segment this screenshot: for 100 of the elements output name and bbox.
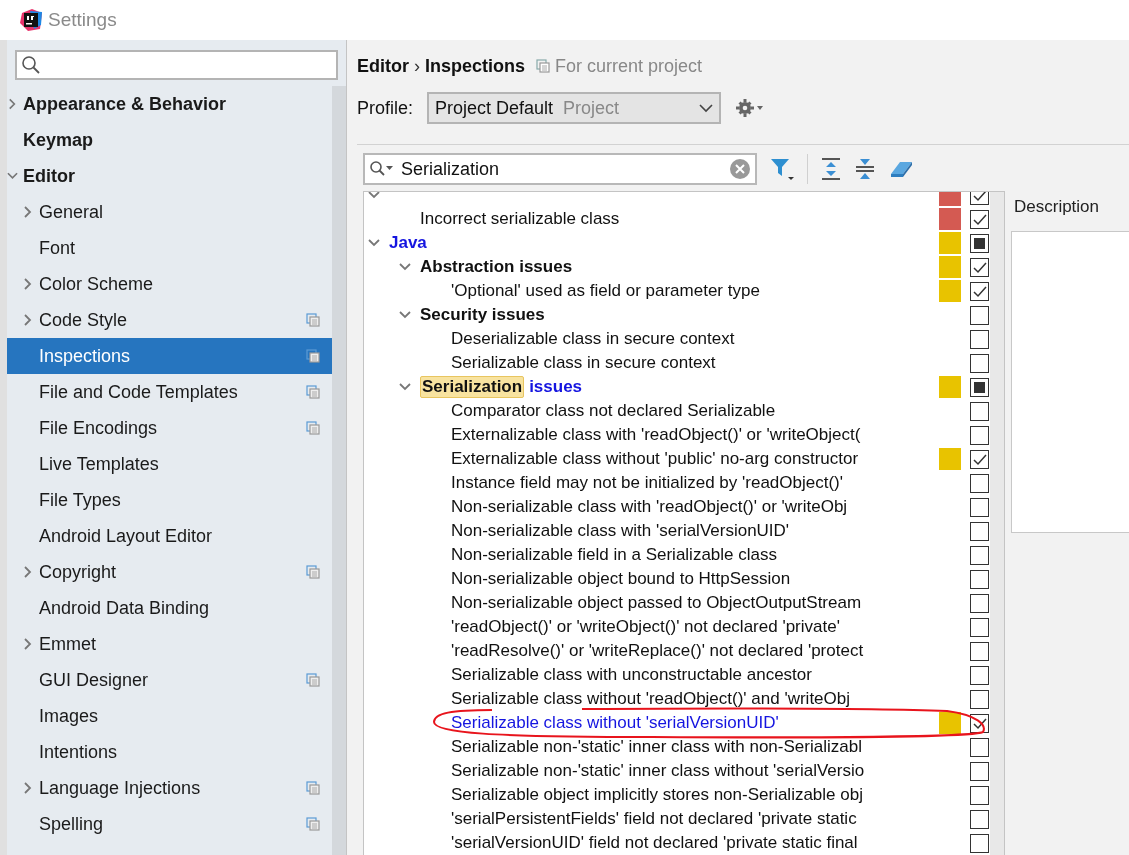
collapse-all-icon[interactable]: [854, 157, 876, 181]
checkbox[interactable]: [970, 281, 989, 301]
breadcrumb-link[interactable]: Editor: [357, 55, 409, 77]
inspection-label[interactable]: 'readObject()' or 'writeObject()' not declared 'private': [451, 617, 840, 637]
chevron-down-icon[interactable]: [7, 170, 18, 182]
checkbox[interactable]: [970, 377, 989, 397]
chevron-right-icon[interactable]: [22, 278, 34, 290]
sidebar-item[interactable]: Code Style: [7, 302, 332, 338]
inspection-label[interactable]: 'Optional' used as field or parameter type: [451, 281, 760, 301]
checkbox[interactable]: [970, 569, 989, 589]
inspection-label[interactable]: Externalizable class without 'public' no-arg constructor: [451, 449, 859, 469]
checkbox[interactable]: [970, 497, 989, 517]
scrollbar[interactable]: [332, 86, 346, 855]
inspection-label[interactable]: Non-serializable field in a Serializable class: [451, 545, 777, 565]
sidebar-item[interactable]: Appearance & Behavior: [7, 86, 332, 122]
chevron-right-icon[interactable]: [7, 98, 18, 110]
inspection-label[interactable]: Serializable class without 'readObject()' and 'writeObj: [451, 689, 851, 709]
inspection-label[interactable]: 'serialPersistentFields' field not declared 'private static: [451, 809, 857, 829]
inspection-label[interactable]: 'serialVersionUID' field not declared 'private static final: [451, 833, 858, 853]
sidebar-item[interactable]: File Encodings: [7, 410, 332, 446]
sidebar-item[interactable]: Intentions: [7, 734, 332, 770]
inspection-label[interactable]: Non-serializable object passed to ObjectOutputStream: [451, 593, 862, 613]
checkbox[interactable]: [970, 305, 989, 325]
sidebar-item[interactable]: General: [7, 194, 332, 230]
checkbox[interactable]: [970, 761, 989, 781]
checkbox[interactable]: [970, 737, 989, 757]
inspection-label[interactable]: Serializable class in secure context: [451, 353, 716, 373]
inspection-label[interactable]: Non-serializable class with 'serialVersionUID': [451, 521, 790, 541]
inspection-label[interactable]: Serializable non-'static' inner class with non-Serializabl: [451, 737, 862, 757]
sidebar-item[interactable]: Keymap: [7, 122, 332, 158]
checkbox[interactable]: [970, 257, 989, 277]
checkbox[interactable]: [970, 689, 989, 709]
checkbox[interactable]: [970, 665, 989, 685]
chevron-right-icon[interactable]: [22, 566, 34, 578]
chevron-right-icon[interactable]: [22, 782, 34, 794]
filter-field[interactable]: Serialization: [363, 153, 757, 185]
sidebar-item[interactable]: Emmet: [7, 626, 332, 662]
group-label[interactable]: Security issues: [420, 305, 545, 325]
settings-icon[interactable]: [735, 98, 766, 118]
expand-all-icon[interactable]: [820, 157, 842, 181]
sidebar-item[interactable]: File and Code Templates: [7, 374, 332, 410]
scrollbar[interactable]: [990, 192, 1004, 855]
checkbox[interactable]: [970, 425, 989, 445]
checkbox[interactable]: [970, 209, 989, 229]
sidebar-item[interactable]: Color Scheme: [7, 266, 332, 302]
checkbox[interactable]: [970, 329, 989, 349]
sidebar-item[interactable]: Android Data Binding: [7, 590, 332, 626]
checkbox[interactable]: [970, 617, 989, 637]
chevron-right-icon[interactable]: [22, 638, 34, 650]
chevron-down-icon[interactable]: [368, 192, 380, 201]
inspection-label[interactable]: Non-serializable object bound to HttpSession: [451, 569, 791, 589]
search-field[interactable]: [15, 50, 338, 80]
sidebar-item[interactable]: Font: [7, 230, 332, 266]
chevron-right-icon[interactable]: [22, 314, 34, 326]
checkbox[interactable]: [970, 833, 989, 853]
sidebar-item[interactable]: GUI Designer: [7, 662, 332, 698]
filter-text[interactable]: Serialization: [401, 158, 725, 180]
chevron-down-icon[interactable]: [399, 309, 411, 321]
group-label[interactable]: issues: [529, 377, 583, 397]
checkbox[interactable]: [970, 473, 989, 493]
chevron-down-icon[interactable]: [399, 261, 411, 273]
profile-dropdown[interactable]: Project Default Project: [427, 92, 722, 124]
sidebar-item[interactable]: File Types: [7, 482, 332, 518]
inspection-label[interactable]: Serializable object implicitly stores non-Serializable obj: [451, 785, 863, 805]
sidebar-item[interactable]: Spelling: [7, 806, 332, 842]
checkbox[interactable]: [970, 593, 989, 613]
sidebar-item[interactable]: Inspections: [7, 338, 332, 374]
chevron-down-icon[interactable]: [368, 237, 380, 249]
sidebar-item[interactable]: Live Templates: [7, 446, 332, 482]
sidebar-item[interactable]: Android Layout Editor: [7, 518, 332, 554]
checkbox[interactable]: [970, 353, 989, 373]
inspection-label[interactable]: Externalizable class with 'readObject()' or 'writeObject(: [451, 425, 861, 445]
group-label[interactable]: Java: [389, 233, 427, 253]
checkbox[interactable]: [970, 809, 989, 829]
inspection-label[interactable]: 'readResolve()' or 'writeReplace()' not declared 'protect: [451, 641, 864, 661]
clear-icon[interactable]: [729, 158, 751, 180]
checkbox[interactable]: [970, 521, 989, 541]
group-label[interactable]: Abstraction issues: [420, 257, 573, 277]
sidebar-item[interactable]: Images: [7, 698, 332, 734]
sidebar-item[interactable]: Language Injections: [7, 770, 332, 806]
inspection-label[interactable]: Serializable non-'static' inner class without 'serialVersio: [451, 761, 865, 781]
checkbox[interactable]: [970, 545, 989, 565]
checkbox[interactable]: [970, 401, 989, 421]
inspection-label[interactable]: Deserializable class in secure context: [451, 329, 735, 349]
chevron-right-icon[interactable]: [22, 206, 34, 218]
sidebar-item[interactable]: Editor: [7, 158, 332, 194]
checkbox[interactable]: [970, 449, 989, 469]
inspection-label[interactable]: Non-serializable class with 'readObject()' or 'writeObj: [451, 497, 848, 517]
breadcrumb-separator: ›: [414, 55, 420, 77]
sidebar-item[interactable]: Copyright: [7, 554, 332, 590]
filter-icon[interactable]: [769, 156, 795, 182]
checkbox[interactable]: [970, 785, 989, 805]
inspection-label[interactable]: Serializable class with unconstructable ancestor: [451, 665, 812, 685]
inspection-label[interactable]: Incorrect serializable class: [420, 209, 620, 229]
inspection-label[interactable]: Comparator class not declared Serializable: [451, 401, 776, 421]
checkbox[interactable]: [970, 233, 989, 253]
inspection-label[interactable]: Serializable class without 'serialVersionUID': [451, 713, 779, 733]
checkbox[interactable]: [970, 641, 989, 661]
chevron-down-icon[interactable]: [399, 381, 411, 393]
inspection-label[interactable]: Instance field may not be initialized by 'readObject()': [451, 473, 844, 493]
